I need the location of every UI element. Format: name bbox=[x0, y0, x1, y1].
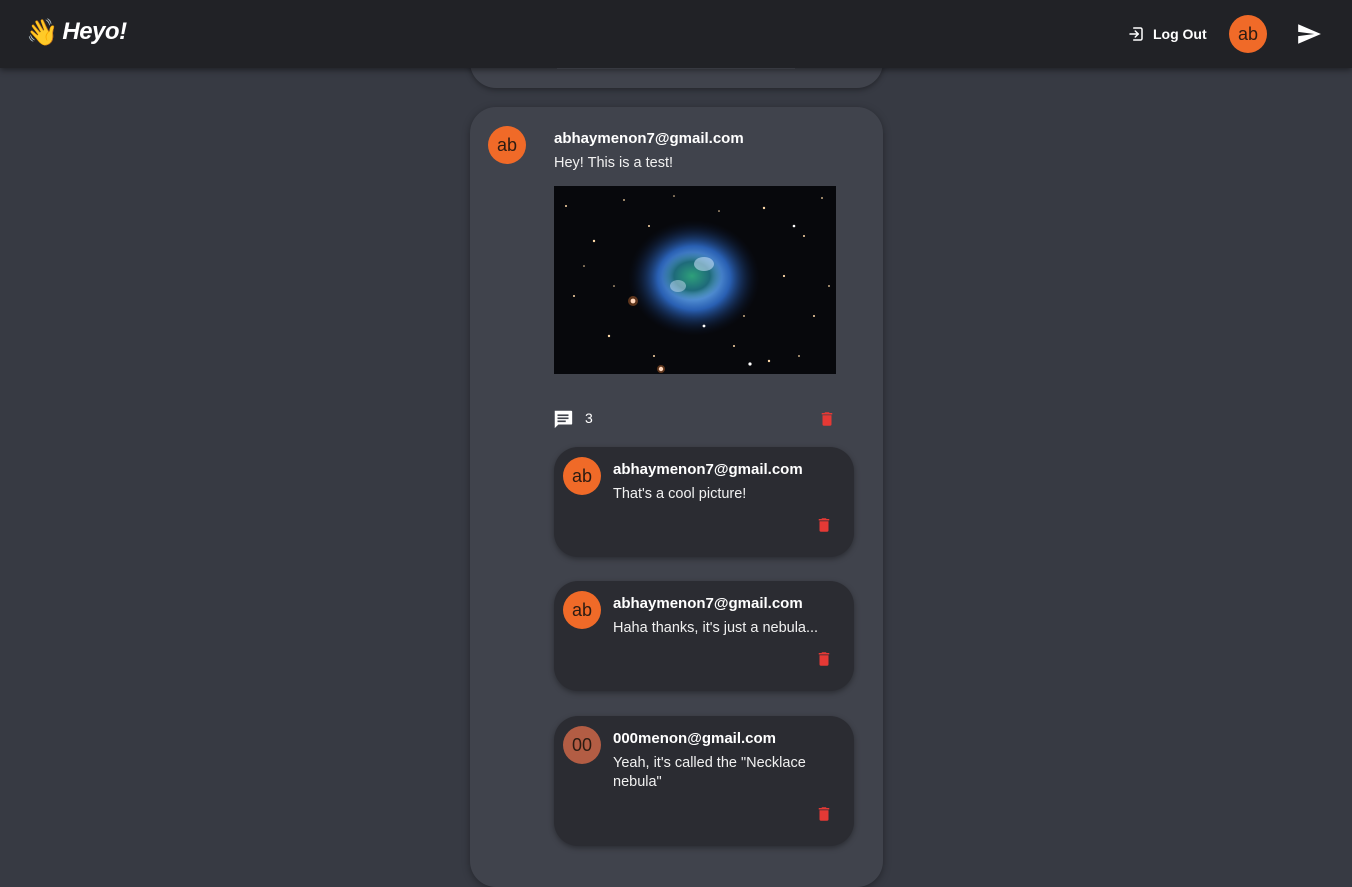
brand-name: Heyo! bbox=[62, 18, 127, 45]
comment-card: ab abhaymenon7@gmail.com That's a cool p… bbox=[554, 447, 854, 557]
post-author-avatar[interactable]: ab bbox=[488, 126, 526, 164]
post-image[interactable] bbox=[554, 186, 836, 374]
comment-author: abhaymenon7@gmail.com bbox=[613, 461, 803, 478]
logout-icon bbox=[1129, 27, 1143, 41]
comment-card: ab abhaymenon7@gmail.com Haha thanks, it… bbox=[554, 581, 854, 691]
logout-button[interactable]: Log Out bbox=[1127, 22, 1207, 46]
comment-avatar[interactable]: ab bbox=[563, 591, 601, 629]
comment-avatar[interactable]: 00 bbox=[563, 726, 601, 764]
post-author: abhaymenon7@gmail.com bbox=[554, 130, 744, 147]
comment-author: 000menon@gmail.com bbox=[613, 730, 777, 747]
comment-text: That's a cool picture! bbox=[613, 486, 747, 502]
comment-text: Haha thanks, it's just a nebula... bbox=[613, 620, 819, 636]
delete-post-icon[interactable] bbox=[818, 409, 836, 429]
comment-card: 00 000menon@gmail.com Yeah, it's called … bbox=[554, 716, 854, 846]
top-navbar: 👋 Heyo! Log Out ab bbox=[0, 0, 1352, 68]
brand-logo[interactable]: 👋 Heyo! bbox=[26, 14, 127, 50]
delete-comment-icon[interactable] bbox=[815, 515, 833, 535]
comment-count: 3 bbox=[585, 410, 593, 426]
post-card: ab abhaymenon7@gmail.com Hey! This is a … bbox=[470, 107, 883, 887]
delete-comment-icon[interactable] bbox=[815, 649, 833, 669]
send-icon[interactable] bbox=[1296, 21, 1322, 47]
delete-comment-icon[interactable] bbox=[815, 804, 833, 824]
divider bbox=[557, 68, 795, 69]
comment-text: Yeah, it's called the "Necklace nebula" bbox=[613, 755, 806, 790]
logout-label: Log Out bbox=[1153, 26, 1207, 42]
post-text: Hey! This is a test! bbox=[554, 155, 673, 171]
comment-avatar[interactable]: ab bbox=[563, 457, 601, 495]
comment-author: abhaymenon7@gmail.com bbox=[613, 595, 803, 612]
user-avatar[interactable]: ab bbox=[1229, 15, 1267, 53]
waving-hand-icon: 👋 bbox=[26, 17, 59, 47]
comment-icon[interactable] bbox=[552, 408, 574, 430]
nebula-image bbox=[554, 186, 836, 374]
